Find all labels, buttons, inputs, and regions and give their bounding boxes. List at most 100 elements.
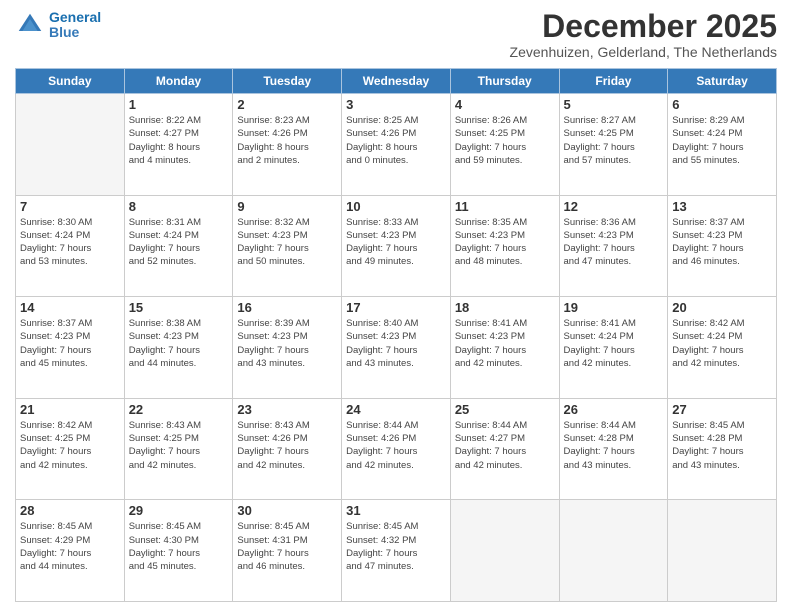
day-info-line: Sunset: 4:31 PM [237,534,337,547]
logo: General Blue [15,10,101,41]
day-info-line: and 43 minutes. [346,357,446,370]
day-info-line: and 44 minutes. [129,357,229,370]
day-number: 19 [564,300,664,315]
day-cell: 16Sunrise: 8:39 AMSunset: 4:23 PMDayligh… [233,297,342,399]
day-info-line: Sunrise: 8:45 AM [20,520,120,533]
day-header-wednesday: Wednesday [342,69,451,94]
day-number: 20 [672,300,772,315]
day-info-line: and 46 minutes. [672,255,772,268]
day-info: Sunrise: 8:40 AMSunset: 4:23 PMDaylight:… [346,317,446,370]
day-info-line: Sunrise: 8:38 AM [129,317,229,330]
day-info-line: and 50 minutes. [237,255,337,268]
day-cell: 11Sunrise: 8:35 AMSunset: 4:23 PMDayligh… [450,195,559,297]
day-cell: 31Sunrise: 8:45 AMSunset: 4:32 PMDayligh… [342,500,451,602]
day-info: Sunrise: 8:42 AMSunset: 4:25 PMDaylight:… [20,419,120,472]
day-number: 29 [129,503,229,518]
day-info-line: Daylight: 7 hours [20,242,120,255]
day-info-line: Daylight: 7 hours [346,445,446,458]
day-info-line: and 45 minutes. [20,357,120,370]
day-info-line: Sunrise: 8:44 AM [564,419,664,432]
day-info-line: Sunrise: 8:44 AM [346,419,446,432]
day-number: 17 [346,300,446,315]
day-info-line: and 57 minutes. [564,154,664,167]
day-info-line: Sunset: 4:26 PM [237,432,337,445]
day-number: 5 [564,97,664,112]
subtitle: Zevenhuizen, Gelderland, The Netherlands [510,44,777,60]
day-info-line: Daylight: 7 hours [455,242,555,255]
day-info-line: and 42 minutes. [129,459,229,472]
day-info-line: and 43 minutes. [564,459,664,472]
day-cell: 20Sunrise: 8:42 AMSunset: 4:24 PMDayligh… [668,297,777,399]
day-info-line: Sunrise: 8:41 AM [564,317,664,330]
day-number: 9 [237,199,337,214]
day-info-line: Sunrise: 8:45 AM [346,520,446,533]
day-number: 3 [346,97,446,112]
logo-line1: General [49,9,101,25]
day-info-line: Sunset: 4:32 PM [346,534,446,547]
day-info-line: Sunrise: 8:39 AM [237,317,337,330]
day-number: 28 [20,503,120,518]
day-info-line: Sunset: 4:24 PM [129,229,229,242]
day-info-line: Sunset: 4:27 PM [129,127,229,140]
day-info-line: and 42 minutes. [346,459,446,472]
day-info: Sunrise: 8:45 AMSunset: 4:28 PMDaylight:… [672,419,772,472]
day-info-line: Sunset: 4:24 PM [564,330,664,343]
day-info-line: Sunrise: 8:45 AM [237,520,337,533]
day-info: Sunrise: 8:27 AMSunset: 4:25 PMDaylight:… [564,114,664,167]
day-info-line: Sunrise: 8:29 AM [672,114,772,127]
day-info-line: and 42 minutes. [20,459,120,472]
day-number: 10 [346,199,446,214]
day-info-line: Sunset: 4:25 PM [20,432,120,445]
day-info-line: Daylight: 7 hours [346,344,446,357]
day-info-line: Daylight: 8 hours [237,141,337,154]
day-info-line: Daylight: 7 hours [20,344,120,357]
day-info-line: Daylight: 7 hours [129,344,229,357]
day-cell: 3 Sunrise: 8:25 AMSunset: 4:26 PMDaylight… [342,94,451,196]
day-info: Sunrise: 8:44 AMSunset: 4:26 PMDaylight:… [346,419,446,472]
day-info-line: Sunrise: 8:22 AM [129,114,229,127]
day-info-line: Sunset: 4:25 PM [129,432,229,445]
day-info-line: Daylight: 7 hours [672,242,772,255]
day-info-line: Sunrise: 8:43 AM [129,419,229,432]
day-info-line: and 42 minutes. [455,459,555,472]
day-info-line: and 43 minutes. [237,357,337,370]
day-cell: 18Sunrise: 8:41 AMSunset: 4:23 PMDayligh… [450,297,559,399]
day-info: Sunrise: 8:44 AMSunset: 4:27 PMDaylight:… [455,419,555,472]
day-info-line: Daylight: 7 hours [455,445,555,458]
day-info-line: Sunrise: 8:45 AM [672,419,772,432]
day-info-line: Daylight: 7 hours [455,141,555,154]
calendar-body: 1 Sunrise: 8:22 AMSunset: 4:27 PM Daylight… [16,94,777,602]
day-info: Sunrise: 8:37 AMSunset: 4:23 PMDaylight:… [672,216,772,269]
day-info-line: Sunrise: 8:44 AM [455,419,555,432]
day-info: Sunrise: 8:43 AMSunset: 4:26 PMDaylight:… [237,419,337,472]
day-cell: 19Sunrise: 8:41 AMSunset: 4:24 PMDayligh… [559,297,668,399]
day-info: Sunrise: 8:33 AMSunset: 4:23 PMDaylight:… [346,216,446,269]
day-cell: 21 Sunrise: 8:42 AMSunset: 4:25 PMDayligh… [16,398,125,500]
day-info-line: Daylight: 7 hours [129,547,229,560]
day-info-line: Sunrise: 8:23 AM [237,114,337,127]
day-info-line: Sunset: 4:26 PM [346,127,446,140]
day-info-line: Daylight: 7 hours [564,141,664,154]
day-info: Sunrise: 8:25 AMSunset: 4:26 PMDaylight:… [346,114,446,167]
day-cell: 5 Sunrise: 8:27 AMSunset: 4:25 PMDaylight… [559,94,668,196]
day-info-line: Sunset: 4:23 PM [455,229,555,242]
week-row-4: 21 Sunrise: 8:42 AMSunset: 4:25 PMDayligh… [16,398,777,500]
day-info-line: Sunset: 4:25 PM [564,127,664,140]
day-info: Sunrise: 8:32 AMSunset: 4:23 PMDaylight:… [237,216,337,269]
day-number: 6 [672,97,772,112]
page: General Blue December 2025 Zevenhuizen, … [0,0,792,612]
logo-line2: Blue [49,24,79,40]
day-info-line: and 46 minutes. [237,560,337,573]
day-info: Sunrise: 8:35 AMSunset: 4:23 PMDaylight:… [455,216,555,269]
day-number: 1 [129,97,229,112]
title-block: December 2025 Zevenhuizen, Gelderland, T… [510,10,777,60]
day-info-line: and 42 minutes. [237,459,337,472]
day-info-line: Sunrise: 8:35 AM [455,216,555,229]
day-info-line: and 42 minutes. [455,357,555,370]
day-info-line: Daylight: 7 hours [672,344,772,357]
day-header-saturday: Saturday [668,69,777,94]
day-info: Sunrise: 8:29 AMSunset: 4:24 PMDaylight:… [672,114,772,167]
day-cell: 17 Sunrise: 8:40 AMSunset: 4:23 PMDayligh… [342,297,451,399]
day-number: 21 [20,402,120,417]
day-number: 16 [237,300,337,315]
